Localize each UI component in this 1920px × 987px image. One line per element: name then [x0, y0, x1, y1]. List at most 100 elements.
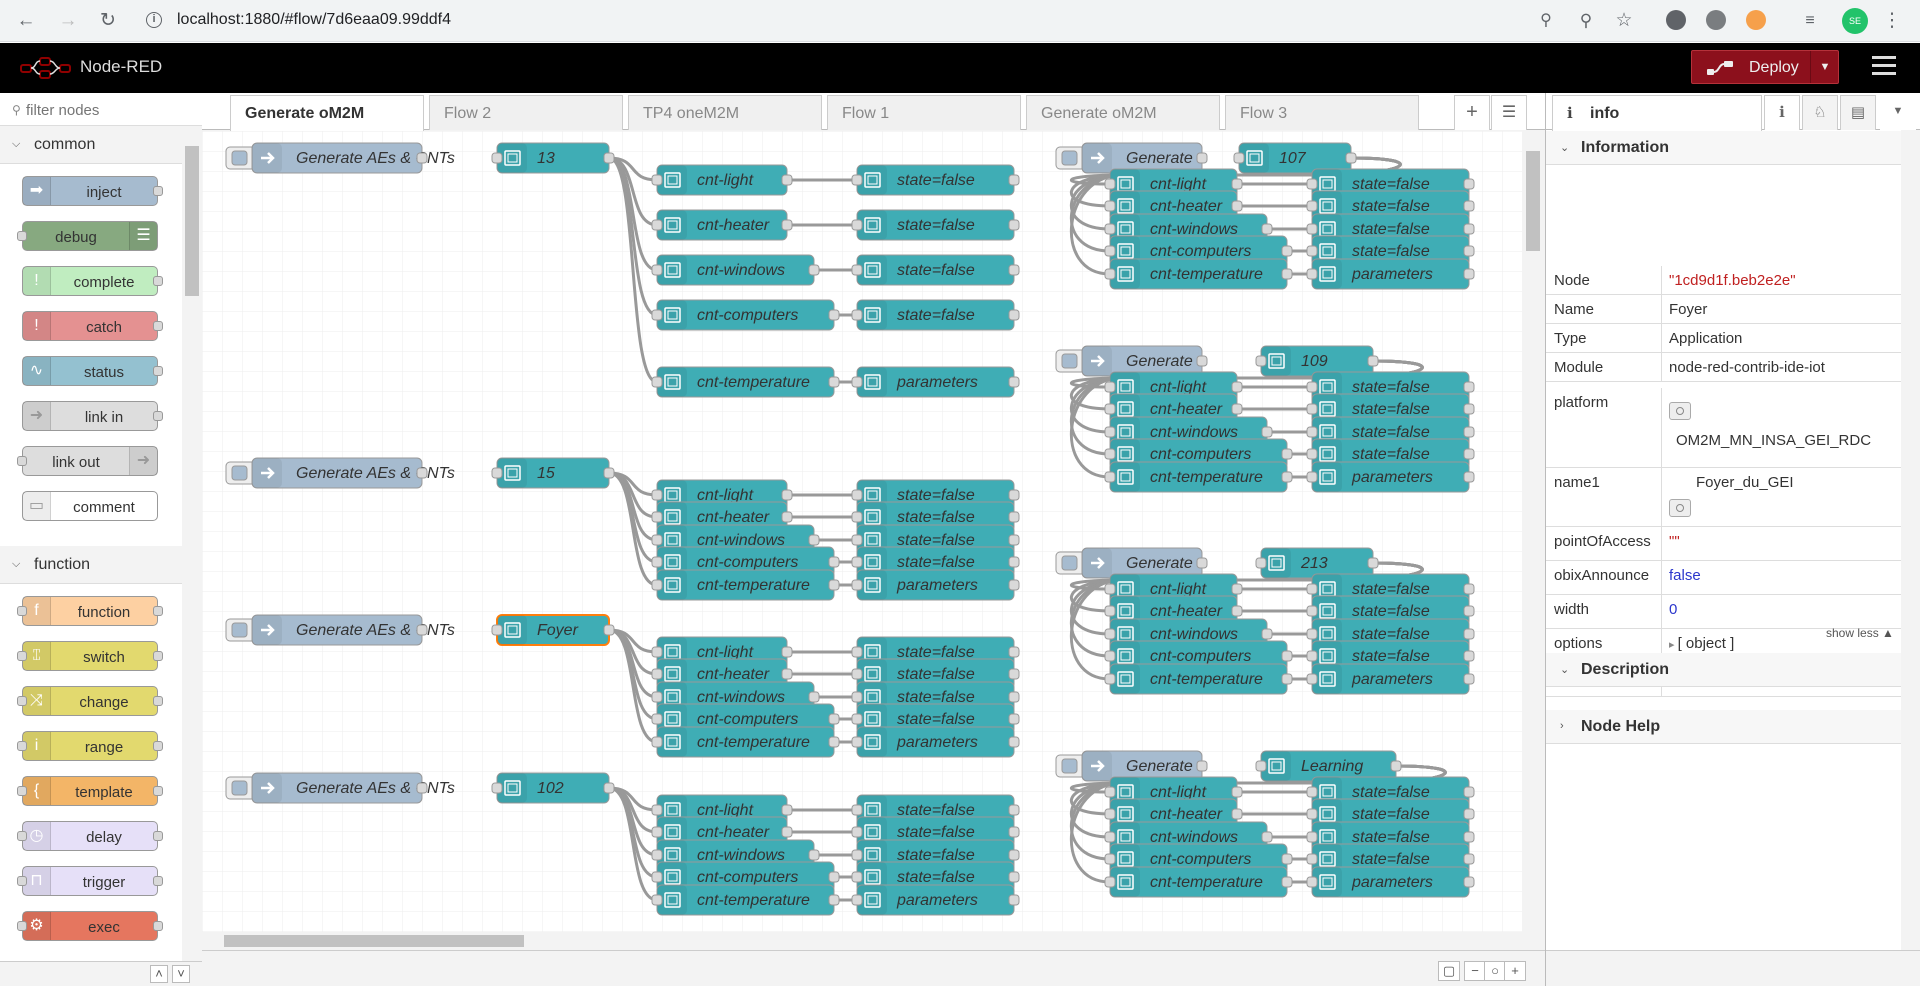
node-port[interactable]: [491, 467, 503, 479]
node-port[interactable]: [1281, 448, 1293, 460]
container-node[interactable]: cnt-temperature: [1104, 461, 1293, 493]
tab-flow[interactable]: Generate oM2M: [230, 95, 424, 131]
node-port[interactable]: [416, 467, 428, 479]
palette-category-function[interactable]: ⌵ function: [0, 546, 182, 584]
node-port[interactable]: [651, 556, 663, 568]
tab-info[interactable]: ℹ info: [1552, 95, 1762, 131]
node-port[interactable]: [603, 624, 615, 636]
palette-scroll-thumb[interactable]: [185, 146, 199, 296]
information-section-header[interactable]: ⌄ Information: [1546, 131, 1901, 165]
palette-node-range[interactable]: i range: [17, 731, 163, 761]
state-node[interactable]: parameters: [851, 884, 1020, 916]
extension-orange-icon[interactable]: [1746, 10, 1766, 30]
node-port[interactable]: [603, 152, 615, 164]
bookmark-star-icon[interactable]: ☆: [1612, 9, 1636, 33]
node-port[interactable]: [1306, 268, 1318, 280]
node-port[interactable]: [1306, 403, 1318, 415]
node-port[interactable]: [1104, 403, 1116, 415]
palette-node-change[interactable]: ⤨ change: [17, 686, 163, 716]
node-port[interactable]: [1306, 628, 1318, 640]
node-port[interactable]: [1008, 556, 1020, 568]
node-port[interactable]: [808, 264, 820, 276]
node-port[interactable]: [851, 804, 863, 816]
flow-list-icon[interactable]: ☰: [1491, 95, 1527, 130]
node-port[interactable]: [1008, 713, 1020, 725]
node-port[interactable]: [1104, 605, 1116, 617]
node-port[interactable]: [1463, 178, 1475, 190]
node-port[interactable]: [781, 489, 793, 501]
url-text[interactable]: localhost:1880/#flow/7d6eaa09.99ddf4: [177, 11, 451, 29]
container-node[interactable]: cnt-temperature: [1104, 866, 1293, 898]
node-port[interactable]: [1306, 471, 1318, 483]
node-port[interactable]: [1196, 557, 1208, 569]
canvas-horizontal-scrollbar[interactable]: [202, 932, 1522, 950]
node-port[interactable]: [1463, 245, 1475, 257]
node-port[interactable]: [651, 174, 663, 186]
node-port[interactable]: [828, 579, 840, 591]
node-port[interactable]: [1231, 786, 1243, 798]
container-node[interactable]: cnt-heater: [651, 209, 793, 241]
node-port[interactable]: [1008, 579, 1020, 591]
palette-node-catch[interactable]: ! catch: [22, 311, 163, 341]
node-port[interactable]: [851, 511, 863, 523]
node-port[interactable]: [416, 152, 428, 164]
palette-node-function[interactable]: f function: [17, 596, 163, 626]
node-port[interactable]: [1104, 245, 1116, 257]
node-port[interactable]: [851, 826, 863, 838]
info-value[interactable]: ▸ [ object ]: [1669, 635, 1734, 652]
node-port[interactable]: [416, 624, 428, 636]
node-port[interactable]: [1463, 448, 1475, 460]
palette-node-link-out[interactable]: ➜ link out: [17, 446, 158, 476]
flow-diagram[interactable]: Generate AEs & CNTs 13 cnt-light state=fals…: [202, 131, 1522, 932]
extension-m-icon[interactable]: [1666, 10, 1686, 30]
state-node[interactable]: state=false: [851, 164, 1020, 196]
node-port[interactable]: [1463, 853, 1475, 865]
node-port[interactable]: [1233, 152, 1245, 164]
node-port[interactable]: [1231, 583, 1243, 595]
app-node[interactable]: 102: [491, 772, 615, 804]
collapse-all-button[interactable]: ˄: [150, 965, 168, 983]
node-port[interactable]: [1306, 853, 1318, 865]
node-port[interactable]: [1104, 786, 1116, 798]
node-port[interactable]: [1104, 448, 1116, 460]
node-port[interactable]: [1306, 583, 1318, 595]
node-port[interactable]: [781, 826, 793, 838]
node-port[interactable]: [828, 894, 840, 906]
node-port[interactable]: [651, 646, 663, 658]
node-port[interactable]: [1008, 489, 1020, 501]
node-port[interactable]: [828, 309, 840, 321]
node-port[interactable]: [1306, 786, 1318, 798]
node-port[interactable]: [1008, 894, 1020, 906]
node-port[interactable]: [851, 174, 863, 186]
node-port[interactable]: [1008, 691, 1020, 703]
site-info-icon[interactable]: i: [146, 12, 162, 28]
palette-node-switch[interactable]: ⑄ switch: [17, 641, 163, 671]
node-port[interactable]: [651, 804, 663, 816]
node-port[interactable]: [1104, 178, 1116, 190]
node-port[interactable]: [1255, 557, 1267, 569]
node-port[interactable]: [781, 646, 793, 658]
node-port[interactable]: [1104, 628, 1116, 640]
node-port[interactable]: [651, 713, 663, 725]
node-port[interactable]: [1463, 786, 1475, 798]
navigator-map-icon[interactable]: ▢: [1438, 961, 1460, 981]
node-port[interactable]: [1306, 650, 1318, 662]
state-node[interactable]: state=false: [851, 209, 1020, 241]
node-port[interactable]: [1281, 471, 1293, 483]
node-port[interactable]: [651, 534, 663, 546]
node-port[interactable]: [1104, 583, 1116, 595]
node-port[interactable]: [1261, 831, 1273, 843]
node-port[interactable]: [651, 736, 663, 748]
container-node[interactable]: cnt-temperature: [1104, 258, 1293, 290]
node-help-section-header[interactable]: › Node Help: [1546, 710, 1901, 744]
node-port[interactable]: [1196, 760, 1208, 772]
node-port[interactable]: [1104, 426, 1116, 438]
node-port[interactable]: [851, 646, 863, 658]
expand-arrow-icon[interactable]: ▸: [1669, 639, 1678, 651]
app-node[interactable]: 13: [491, 142, 615, 174]
node-port[interactable]: [1104, 650, 1116, 662]
node-port[interactable]: [1306, 381, 1318, 393]
node-port[interactable]: [808, 534, 820, 546]
node-port[interactable]: [851, 736, 863, 748]
node-port[interactable]: [1390, 760, 1402, 772]
